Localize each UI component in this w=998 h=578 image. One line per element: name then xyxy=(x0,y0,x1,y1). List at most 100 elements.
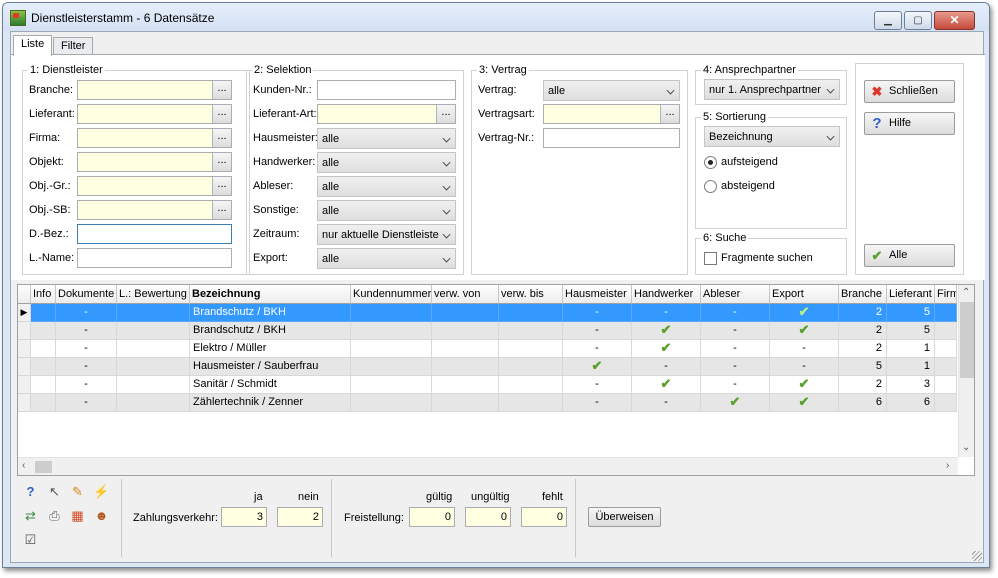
cell-lf[interactable]: 1 xyxy=(887,340,935,358)
obj-sb-field[interactable]: ... xyxy=(77,200,232,220)
browse-button[interactable]: ... xyxy=(212,201,231,219)
cell-ab[interactable]: - xyxy=(701,322,770,340)
pencil-icon[interactable]: ✎ xyxy=(68,483,87,502)
cell-fi[interactable] xyxy=(935,394,957,412)
cell-fi[interactable] xyxy=(935,358,957,376)
cell-hm[interactable]: - xyxy=(563,394,632,412)
checkbox-icon[interactable]: ☑ xyxy=(21,531,40,550)
d-bez-field[interactable] xyxy=(77,224,232,244)
column-header-firm[interactable]: Firm xyxy=(935,285,957,304)
check-icon[interactable]: ✔ xyxy=(770,322,839,340)
check-icon[interactable]: ✔ xyxy=(770,304,839,322)
vertrag-nr-field[interactable] xyxy=(543,128,680,148)
cell-bez[interactable]: Elektro / Müller xyxy=(190,340,351,358)
scroll-left-icon[interactable]: ‹ xyxy=(22,459,25,473)
column-header-kundennummer[interactable]: Kundennummer xyxy=(351,285,432,304)
cell-bis[interactable] xyxy=(499,304,563,322)
check-icon[interactable]: ✔ xyxy=(563,358,632,376)
column-header-export[interactable]: Export xyxy=(770,285,839,304)
column-header-bezeichnung[interactable]: Bezeichnung xyxy=(190,285,351,304)
row-selector[interactable]: ▶ xyxy=(18,304,31,322)
check-icon[interactable]: ✔ xyxy=(770,394,839,412)
refresh-icon[interactable]: ⇄ xyxy=(21,507,40,526)
cell-bis[interactable] xyxy=(499,322,563,340)
browse-button[interactable]: ... xyxy=(212,81,231,99)
cell-hm[interactable]: - xyxy=(563,340,632,358)
cell-von[interactable] xyxy=(432,322,499,340)
column-header-l-bewertung[interactable]: L.: Bewertung xyxy=(117,285,190,304)
cell-bez[interactable]: Hausmeister / Sauberfrau xyxy=(190,358,351,376)
cell-fi[interactable] xyxy=(935,322,957,340)
cell-von[interactable] xyxy=(432,340,499,358)
tab-liste[interactable]: Liste xyxy=(13,35,53,56)
ansprechpartner-select[interactable]: nur 1. Ansprechpartner xyxy=(704,79,840,100)
maximize-button[interactable]: ▢ xyxy=(904,11,932,30)
column-header-handwerker[interactable]: Handwerker xyxy=(632,285,701,304)
browse-button[interactable]: ... xyxy=(436,105,455,123)
check-icon[interactable]: ✔ xyxy=(632,340,701,358)
scroll-up-icon[interactable]: ⌃ xyxy=(962,286,970,300)
sortierung-select[interactable]: Bezeichnung xyxy=(704,126,840,147)
cell-info[interactable] xyxy=(31,322,56,340)
browse-button[interactable]: ... xyxy=(212,177,231,195)
vertrag-select[interactable]: alle xyxy=(543,80,680,101)
cell-bew[interactable] xyxy=(117,322,190,340)
column-header-info[interactable]: Info xyxy=(31,285,56,304)
row-selector[interactable] xyxy=(18,322,31,340)
help-button[interactable]: ? Hilfe xyxy=(864,112,955,135)
users-icon[interactable]: ☻ xyxy=(92,507,111,526)
close-button[interactable]: ✖ Schließen xyxy=(864,80,955,103)
cell-dok[interactable]: - xyxy=(56,394,117,412)
cell-bew[interactable] xyxy=(117,376,190,394)
cell-info[interactable] xyxy=(31,304,56,322)
help-icon[interactable]: ? xyxy=(21,483,40,502)
cell-von[interactable] xyxy=(432,394,499,412)
fragmente-checkbox[interactable] xyxy=(704,252,717,265)
check-icon[interactable]: ✔ xyxy=(770,376,839,394)
lightning-icon[interactable]: ⚡ xyxy=(92,483,111,502)
row-selector[interactable] xyxy=(18,394,31,412)
print-icon[interactable]: ⎙ xyxy=(45,507,64,526)
browse-button[interactable]: ... xyxy=(660,105,679,123)
cell-von[interactable] xyxy=(432,304,499,322)
radio-aufsteigend[interactable] xyxy=(704,156,717,169)
lieferant-art-field[interactable]: ... xyxy=(317,104,456,124)
cell-bew[interactable] xyxy=(117,304,190,322)
radio-absteigend[interactable] xyxy=(704,180,717,193)
cell-fi[interactable] xyxy=(935,304,957,322)
cell-bis[interactable] xyxy=(499,394,563,412)
cell-br[interactable]: 6 xyxy=(839,394,887,412)
ueberweisen-button[interactable]: Überweisen xyxy=(588,507,661,527)
cell-dok[interactable]: - xyxy=(56,322,117,340)
ungueltig-count-field[interactable]: 0 xyxy=(465,507,511,527)
vertical-scroll-thumb[interactable] xyxy=(960,302,974,378)
cell-info[interactable] xyxy=(31,340,56,358)
cell-bew[interactable] xyxy=(117,394,190,412)
cell-lf[interactable]: 6 xyxy=(887,394,935,412)
cell-kd[interactable] xyxy=(351,304,432,322)
cell-dok[interactable]: - xyxy=(56,358,117,376)
cell-kd[interactable] xyxy=(351,340,432,358)
row-selector[interactable] xyxy=(18,340,31,358)
cell-bez[interactable]: Sanitär / Schmidt xyxy=(190,376,351,394)
export-select[interactable]: alle xyxy=(317,248,456,269)
browse-button[interactable]: ... xyxy=(212,129,231,147)
cell-bew[interactable] xyxy=(117,340,190,358)
ja-count-field[interactable]: 3 xyxy=(221,507,267,527)
table-row[interactable]: - Zählertechnik / Zenner - - ✔ ✔ 6 6 xyxy=(18,394,958,412)
cell-bis[interactable] xyxy=(499,376,563,394)
check-icon[interactable]: ✔ xyxy=(632,376,701,394)
nein-count-field[interactable]: 2 xyxy=(277,507,323,527)
row-selector[interactable] xyxy=(18,376,31,394)
cell-bis[interactable] xyxy=(499,358,563,376)
minimize-button[interactable]: ▁ xyxy=(874,11,902,30)
cell-info[interactable] xyxy=(31,376,56,394)
cell-fi[interactable] xyxy=(935,340,957,358)
cell-bew[interactable] xyxy=(117,358,190,376)
hausmeister-select[interactable]: alle xyxy=(317,128,456,149)
all-button[interactable]: ✔ Alle xyxy=(864,244,955,267)
check-icon[interactable]: ✔ xyxy=(632,322,701,340)
cell-fi[interactable] xyxy=(935,376,957,394)
pointer-icon[interactable]: ↖ xyxy=(45,483,64,502)
table-row[interactable]: - Hausmeister / Sauberfrau ✔ - - -5 1 xyxy=(18,358,958,376)
